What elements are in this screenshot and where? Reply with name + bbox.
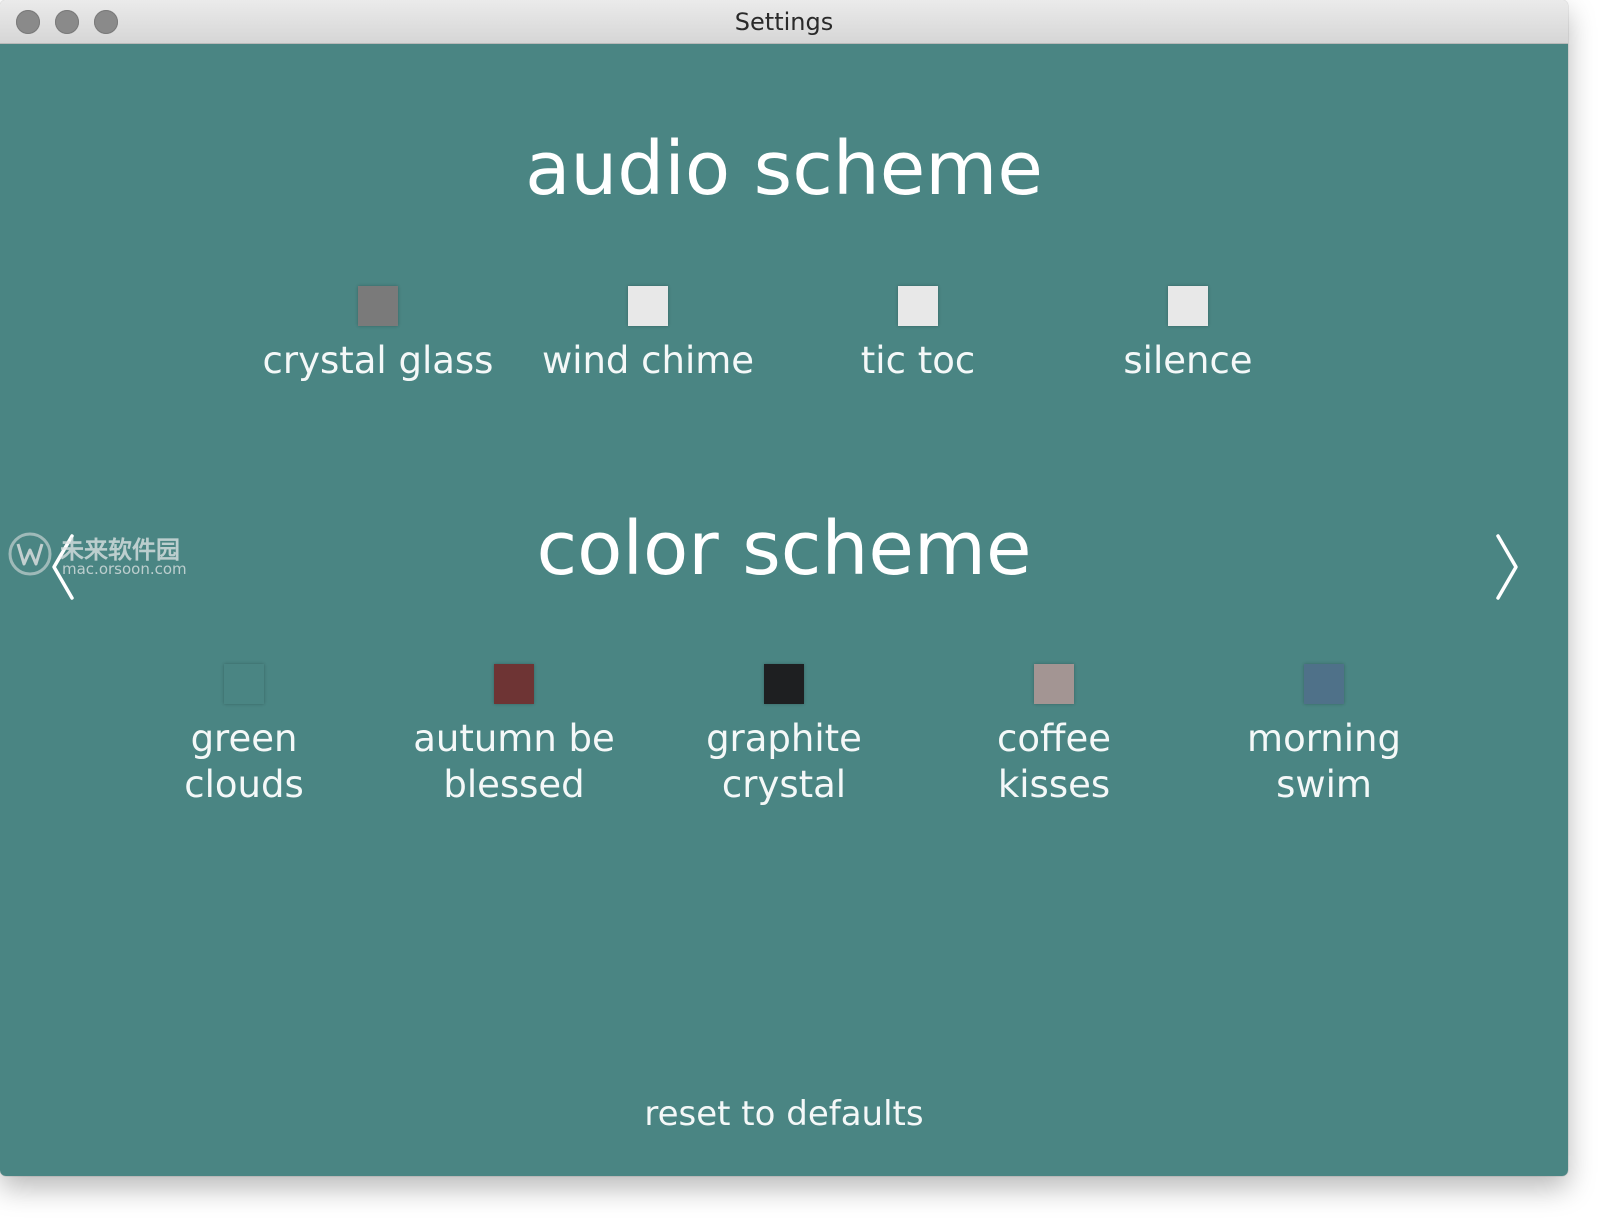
color-option-label-line1: coffee: [997, 717, 1111, 760]
chevron-right-icon[interactable]: [1486, 532, 1526, 602]
color-option-label-line1: autumn be: [413, 717, 615, 760]
audio-option-label: silence: [1123, 339, 1253, 382]
color-swatch[interactable]: [764, 664, 804, 704]
color-option-label-line2: blessed: [443, 763, 585, 806]
color-scheme-title: color scheme: [536, 506, 1032, 592]
color-option-morning-swim[interactable]: morning swim: [1204, 664, 1444, 808]
settings-window: Settings audio scheme crystal glass wind…: [0, 0, 1568, 1176]
color-swatch[interactable]: [494, 664, 534, 704]
audio-option-label: wind chime: [541, 339, 755, 382]
color-option-green-clouds[interactable]: green clouds: [124, 664, 364, 808]
color-option-label: coffee kisses: [934, 716, 1174, 808]
audio-scheme-title: audio scheme: [525, 126, 1043, 212]
color-option-label-line1: green: [190, 717, 298, 760]
color-option-label-line1: graphite: [706, 717, 862, 760]
audio-option-tic-toc[interactable]: tic toc: [798, 286, 1038, 384]
audio-swatch[interactable]: [1168, 286, 1208, 326]
audio-option-label: tic toc: [860, 339, 976, 382]
color-option-coffee-kisses[interactable]: coffee kisses: [934, 664, 1174, 808]
audio-swatch[interactable]: [628, 286, 668, 326]
audio-swatch[interactable]: [358, 286, 398, 326]
reset-to-defaults: reset to defaults: [0, 1094, 1568, 1134]
color-swatch[interactable]: [1034, 664, 1074, 704]
title-bar: Settings: [0, 0, 1568, 44]
audio-option-silence[interactable]: silence: [1068, 286, 1308, 384]
color-swatch[interactable]: [1304, 664, 1344, 704]
color-option-label-line2: crystal: [721, 763, 847, 806]
audio-swatch[interactable]: [898, 286, 938, 326]
color-option-graphite-crystal[interactable]: graphite crystal: [664, 664, 904, 808]
svg-text:mac.orsoon.com: mac.orsoon.com: [62, 560, 187, 578]
color-option-label: green clouds: [124, 716, 364, 808]
color-option-label: morning swim: [1204, 716, 1444, 808]
reset-to-defaults-button[interactable]: reset to defaults: [644, 1094, 923, 1134]
color-option-autumn-be-blessed[interactable]: autumn be blessed: [394, 664, 634, 808]
color-option-label-line2: clouds: [184, 763, 304, 806]
watermark-logo: 未来软件园 mac.orsoon.com: [8, 530, 208, 580]
color-option-label-line2: kisses: [997, 763, 1111, 806]
audio-option-wind-chime[interactable]: wind chime: [528, 286, 768, 384]
color-swatch[interactable]: [224, 664, 264, 704]
color-option-label: autumn be blessed: [394, 716, 634, 808]
audio-option-crystal-glass[interactable]: crystal glass: [258, 286, 498, 384]
color-option-label: graphite crystal: [664, 716, 904, 808]
color-option-label-line1: morning: [1247, 717, 1401, 760]
window-title: Settings: [734, 8, 834, 36]
settings-content: audio scheme crystal glass wind chime ti…: [0, 44, 1568, 1176]
audio-option-label: crystal glass: [262, 339, 494, 382]
color-option-label-line2: swim: [1276, 763, 1372, 806]
